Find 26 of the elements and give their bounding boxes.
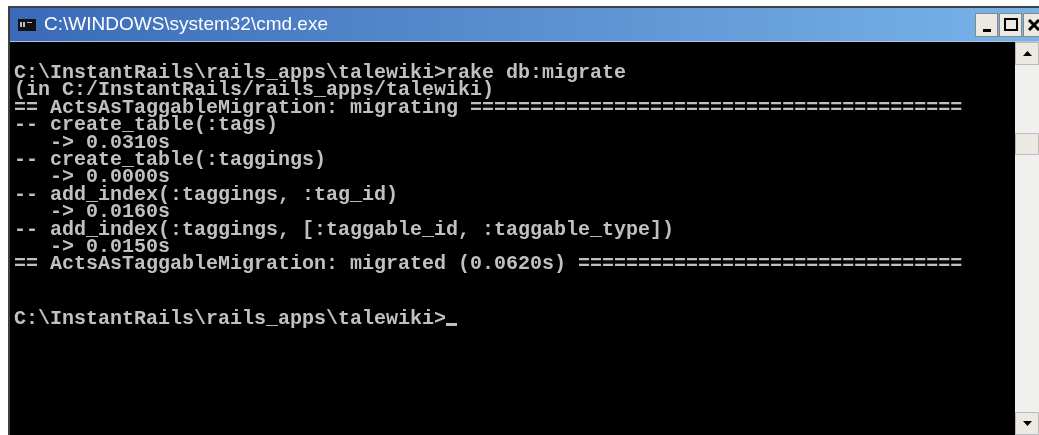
- console-line: -- create_table(:taggings): [14, 151, 327, 169]
- scroll-thumb[interactable]: [1015, 132, 1039, 155]
- console-line: -> 0.0000s: [49, 168, 171, 186]
- minimize-button[interactable]: [975, 12, 998, 37]
- console-line: == ActsAsTaggableMigration: migrating =========================================: [14, 98, 963, 117]
- console-line: (in C:/InstantRails/rails_apps/talewiki): [14, 81, 495, 99]
- minimize-icon: [982, 28, 991, 32]
- console-line: -> 0.0160s: [49, 203, 171, 221]
- maximize-button[interactable]: [999, 12, 1022, 37]
- console-line: -> 0.0150s: [49, 238, 171, 256]
- down-arrow-icon: [1022, 421, 1032, 426]
- scroll-up-button[interactable]: [1015, 42, 1039, 65]
- text-cursor: [446, 323, 458, 327]
- console-line: C:\InstantRails\rails_apps\talewiki>rake db:migrate: [14, 64, 627, 82]
- up-arrow-icon: [1022, 51, 1032, 56]
- console-line: -- create_table(:tags): [14, 116, 279, 134]
- console-icon: [18, 18, 36, 31]
- close-icon: [1028, 18, 1039, 31]
- window-title: C:\WINDOWS\system32\cmd.exe: [44, 12, 328, 37]
- close-button[interactable]: [1023, 12, 1039, 37]
- console-line: -- add_index(:taggings, [:taggable_id, :taggable_type]): [14, 220, 675, 239]
- maximize-icon: [1003, 18, 1018, 31]
- scroll-down-button[interactable]: [1015, 412, 1039, 435]
- command-prompt: C:\InstantRails\rails_apps\talewiki>: [14, 309, 447, 328]
- console-line: -- add_index(:taggings, :tag_id): [14, 185, 399, 204]
- console-line: == ActsAsTaggableMigration: migrated (0.0620s) ================================: [14, 255, 963, 273]
